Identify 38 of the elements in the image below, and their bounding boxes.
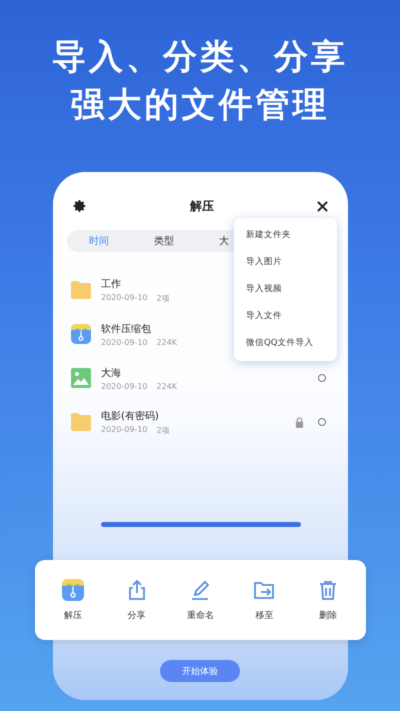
- folder-icon: [71, 413, 91, 431]
- file-date: 2020-09-10: [101, 338, 148, 346]
- file-size: 2项: [156, 292, 170, 304]
- menu-item[interactable]: 新建文件夹: [234, 222, 337, 249]
- archive-app-icon: [62, 578, 84, 600]
- menu-item[interactable]: 导入图片: [234, 249, 337, 276]
- file-name: 电影(有密码): [101, 410, 160, 422]
- tab[interactable]: 类型: [144, 234, 184, 248]
- menu-item[interactable]: 导入视频: [234, 276, 337, 303]
- action-button[interactable]: 重命名: [175, 578, 226, 622]
- headline-text: 强大的文件管理: [70, 84, 330, 127]
- headline-text: 导入、分类、分享: [52, 36, 348, 79]
- archive-app-icon: [71, 324, 91, 344]
- screen-title: 解压: [190, 198, 214, 214]
- settings-icon[interactable]: [73, 199, 87, 213]
- file-size: 224K: [156, 338, 178, 346]
- menu-item[interactable]: 微信QQ文件导入: [234, 330, 337, 357]
- file-size: 2项: [156, 424, 170, 436]
- file-name: 大海: [101, 366, 122, 380]
- action-button[interactable]: 解压: [48, 578, 98, 622]
- file-date: 2020-09-10: [101, 382, 148, 390]
- menu-item[interactable]: 导入文件: [234, 303, 337, 330]
- file-name: 软件压缩包: [101, 322, 152, 336]
- file-row[interactable]: 电影(有密码) 2020-09-10 2项: [67, 400, 334, 444]
- action-button[interactable]: 分享: [112, 578, 162, 622]
- close-icon[interactable]: [317, 200, 328, 212]
- image-icon: [71, 368, 91, 388]
- file-date: 2020-09-10: [101, 424, 148, 436]
- file-row[interactable]: 大海 2020-09-10 224K: [67, 356, 334, 400]
- radio-button[interactable]: [318, 418, 326, 426]
- file-size: 224K: [156, 382, 178, 390]
- file-name: 工作: [101, 278, 122, 290]
- radio-button[interactable]: [318, 374, 326, 382]
- action-button[interactable]: 删除: [303, 578, 354, 622]
- file-date: 2020-09-10: [101, 292, 148, 304]
- action-button[interactable]: 移至: [239, 578, 290, 622]
- folder-icon: [71, 281, 91, 299]
- pencil-icon: [189, 578, 212, 600]
